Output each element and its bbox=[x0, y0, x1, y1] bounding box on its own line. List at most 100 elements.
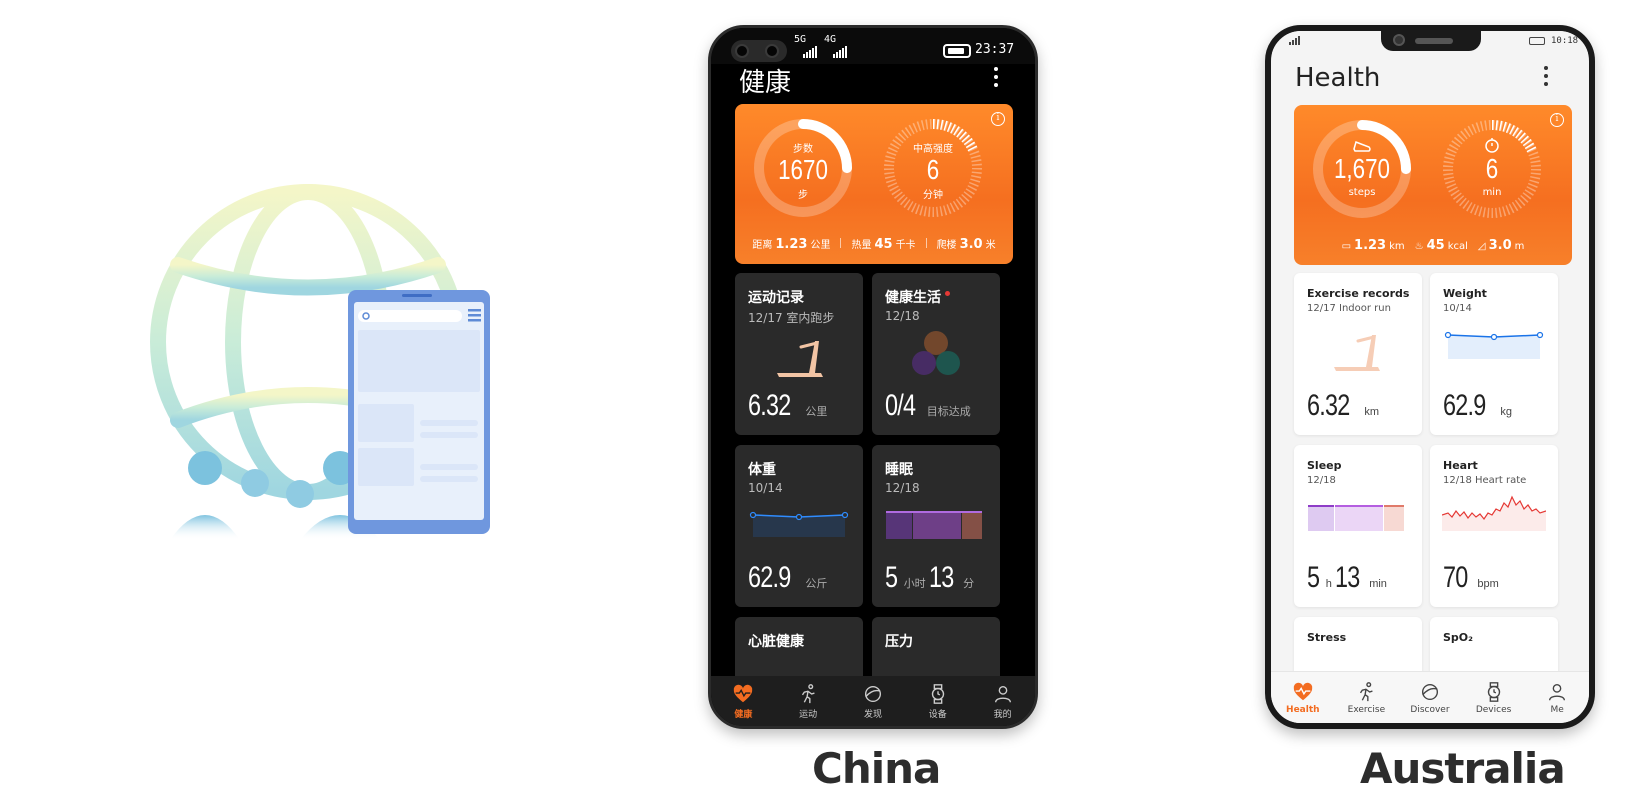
summary-metrics: ▭ 1.23 km ♨ 45 kcal ◿ 3.0 m bbox=[1341, 238, 1525, 253]
signal-icon bbox=[833, 46, 847, 58]
bottom-nav: Health Exercise Discover Devices Me bbox=[1271, 671, 1589, 723]
nav-me[interactable]: Me bbox=[1527, 681, 1587, 715]
tile-subtitle: 12/18 bbox=[1307, 475, 1336, 486]
exercise-distance-value: 6.32 bbox=[1307, 389, 1350, 422]
intensity-unit: min bbox=[1482, 187, 1502, 198]
heart-rate-card[interactable]: Heart 12/18 Heart rate 70 bpm bbox=[1430, 445, 1558, 607]
ruler-icon: ▭ bbox=[1341, 241, 1352, 252]
notification-dot bbox=[945, 291, 950, 296]
heart-rate-value: 70 bbox=[1443, 561, 1468, 594]
steps-unit: 步 bbox=[798, 190, 808, 201]
sleep-minutes-value: 13 bbox=[1334, 561, 1360, 594]
globe-phone-illustration bbox=[150, 184, 490, 540]
australia-phone: 10:18 Health i 1,670 steps 6 min ▭ 1.23 … bbox=[1265, 25, 1595, 729]
exercise-records-card[interactable]: 运动记录 12/17 室内跑步 6.32 公里 bbox=[735, 273, 863, 435]
steps-label: 步数 bbox=[793, 144, 813, 155]
person-icon bbox=[994, 685, 1011, 702]
stairs-icon: ◿ bbox=[1477, 241, 1486, 252]
exercise-records-card[interactable]: Exercise records 12/17 Indoor run 6.32 km bbox=[1294, 273, 1422, 435]
more-menu-icon[interactable] bbox=[993, 66, 1001, 93]
activity-summary-card[interactable]: i 步数 1670 步 中高强度 6 分钟 距离 1.23 公里 热量 45 千… bbox=[735, 104, 1013, 264]
heart-pulse-icon bbox=[734, 684, 753, 702]
flame-icon: ♨ bbox=[1414, 241, 1424, 252]
nav-health[interactable]: 健康 bbox=[713, 683, 773, 720]
battery-icon bbox=[943, 44, 971, 58]
tile-subtitle: 12/18 Heart rate bbox=[1443, 475, 1527, 486]
tile-subtitle: 12/18 bbox=[885, 481, 920, 495]
running-icon bbox=[802, 683, 815, 703]
network-4g-label: 4G bbox=[824, 34, 837, 45]
nav-discover[interactable]: 发现 bbox=[843, 683, 903, 720]
status-time: 23:37 bbox=[975, 42, 1015, 57]
signal-icon bbox=[1289, 36, 1300, 45]
healthy-living-card[interactable]: 健康生活 12/18 0/4 目标达成 bbox=[872, 273, 1000, 435]
nav-discover[interactable]: Discover bbox=[1400, 681, 1460, 715]
nav-health[interactable]: Health bbox=[1273, 681, 1333, 715]
shoe-icon bbox=[1353, 140, 1371, 152]
sleep-stages-chart bbox=[886, 511, 982, 539]
tile-title: 体重 bbox=[748, 462, 776, 478]
page-title: 健康 bbox=[739, 68, 792, 98]
comparison-stage: 5G 4G 23:37 健康 i 步数 1670 步 中高强度 6 分钟 距离 … bbox=[0, 0, 1635, 803]
sleep-hours-value: 5 bbox=[885, 561, 898, 594]
tile-title: Heart bbox=[1443, 459, 1478, 472]
weight-value: 62.9 bbox=[1443, 389, 1486, 422]
discover-icon bbox=[1421, 683, 1439, 700]
australia-caption: Australia bbox=[1360, 744, 1566, 793]
person-icon bbox=[1549, 683, 1566, 700]
tile-title: Weight bbox=[1443, 287, 1487, 300]
more-menu-icon[interactable] bbox=[1543, 65, 1551, 92]
intensity-ring: 6 min bbox=[1440, 117, 1544, 221]
weight-value: 62.9 bbox=[748, 561, 791, 594]
heart-pulse-icon bbox=[1293, 682, 1313, 700]
sleep-stages-chart bbox=[1308, 505, 1404, 531]
running-icon bbox=[1360, 681, 1374, 701]
intensity-label: 中高强度 bbox=[913, 144, 953, 155]
info-icon[interactable]: i bbox=[991, 112, 1005, 126]
status-bar: 5G 4G 23:37 bbox=[711, 28, 1035, 64]
tile-title: 压力 bbox=[885, 634, 913, 650]
tile-title: Exercise records bbox=[1307, 287, 1410, 300]
tile-subtitle: 12/18 bbox=[885, 309, 920, 323]
summary-metrics: 距离 1.23 公里 热量 45 千卡 爬楼 3.0 米 bbox=[752, 237, 996, 252]
battery-icon bbox=[1529, 37, 1545, 45]
intensity-ring: 中高强度 6 分钟 bbox=[881, 116, 985, 220]
status-time: 10:18 bbox=[1551, 36, 1579, 46]
discover-icon bbox=[864, 685, 882, 702]
treadmill-icon bbox=[777, 341, 823, 377]
nav-devices[interactable]: 设备 bbox=[908, 683, 968, 720]
weight-card[interactable]: Weight 10/14 62.9 kg bbox=[1430, 273, 1558, 435]
tile-subtitle: 10/14 bbox=[748, 481, 783, 495]
status-bar: 10:18 bbox=[1271, 31, 1589, 53]
weight-card[interactable]: 体重 10/14 62.9 公斤 bbox=[735, 445, 863, 607]
sleep-card[interactable]: Sleep 12/18 5 h 13 min bbox=[1294, 445, 1422, 607]
steps-value: 1670 bbox=[778, 154, 828, 185]
treadmill-icon bbox=[1334, 335, 1380, 371]
nav-exercise[interactable]: 运动 bbox=[778, 683, 838, 720]
tile-subtitle: 12/17 室内跑步 bbox=[748, 311, 835, 325]
china-caption: China bbox=[812, 744, 941, 793]
nav-exercise[interactable]: Exercise bbox=[1336, 681, 1396, 715]
weight-trend-chart bbox=[1444, 331, 1544, 359]
china-phone: 5G 4G 23:37 健康 i 步数 1670 步 中高强度 6 分钟 距离 … bbox=[708, 25, 1038, 729]
sleep-hours-value: 5 bbox=[1307, 561, 1320, 594]
healthy-living-rings-icon bbox=[912, 331, 960, 375]
nav-me[interactable]: 我的 bbox=[973, 683, 1033, 720]
tile-subtitle: 10/14 bbox=[1443, 303, 1472, 314]
steps-value: 1,670 bbox=[1333, 153, 1391, 184]
sleep-minutes-value: 13 bbox=[928, 561, 954, 594]
healthy-goals-value: 0/4 bbox=[885, 389, 916, 422]
nav-devices[interactable]: Devices bbox=[1464, 681, 1524, 715]
front-camera bbox=[1381, 31, 1481, 51]
network-5g-label: 5G bbox=[794, 34, 807, 45]
tile-title: 心脏健康 bbox=[748, 634, 804, 650]
tile-title: SpO₂ bbox=[1443, 631, 1473, 644]
intensity-unit: 分钟 bbox=[923, 190, 943, 201]
sleep-card[interactable]: 睡眠 12/18 5 小时 13 分 bbox=[872, 445, 1000, 607]
page-title: Health bbox=[1295, 63, 1381, 93]
activity-summary-card[interactable]: i 1,670 steps 6 min ▭ 1.23 km ♨ 45 kcal … bbox=[1294, 105, 1572, 265]
exercise-distance-value: 6.32 bbox=[748, 389, 791, 422]
front-camera bbox=[731, 40, 787, 62]
tile-title: 运动记录 bbox=[748, 290, 804, 306]
info-icon[interactable]: i bbox=[1550, 113, 1564, 127]
